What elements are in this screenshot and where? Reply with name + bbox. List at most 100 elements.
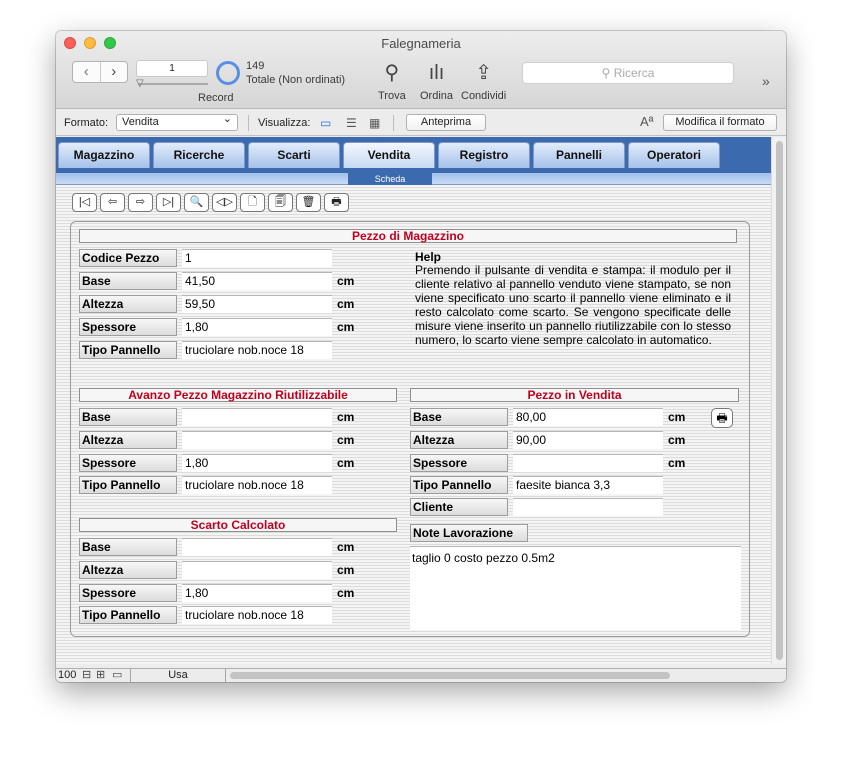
- share-button[interactable]: ⇪ Condividi: [461, 61, 506, 102]
- tab-bar: Magazzino Ricerche Scarti Vendita Regist…: [56, 137, 771, 173]
- tab-registro[interactable]: Registro: [438, 142, 530, 168]
- record-number-input[interactable]: 1: [136, 60, 208, 77]
- show-all-icon[interactable]: ◁▷: [212, 193, 237, 212]
- reusable-tipo-pannello-field[interactable]: truciolare nob.noce 18: [182, 476, 332, 494]
- duplicate-record-icon[interactable]: 🗐: [268, 193, 293, 212]
- preview-button[interactable]: Anteprima: [406, 114, 486, 131]
- horizontal-scroll-thumb[interactable]: [230, 672, 670, 679]
- unit-label: cm: [337, 274, 355, 288]
- text-size-icon[interactable]: Aª: [640, 114, 653, 129]
- waste-base-field[interactable]: [182, 538, 332, 556]
- help-title: Help: [415, 250, 442, 264]
- field-label: Spessore: [410, 454, 508, 472]
- tipo-pannello-field[interactable]: truciolare nob.noce 18: [182, 341, 332, 359]
- tab-pannelli[interactable]: Pannelli: [533, 142, 625, 168]
- base-field[interactable]: 41,50: [182, 272, 332, 290]
- reusable-altezza-field[interactable]: [182, 431, 332, 449]
- record-count: 149: [246, 60, 265, 72]
- section-title-reusable: Avanzo Pezzo Magazzino Riutilizzabile: [79, 388, 397, 402]
- codice-pezzo-field[interactable]: 1: [182, 249, 332, 267]
- format-select[interactable]: Vendita: [116, 112, 238, 131]
- reusable-base-field[interactable]: [182, 408, 332, 426]
- unit-label: cm: [337, 540, 355, 554]
- field-label: Spessore: [79, 454, 177, 472]
- field-label: Base: [79, 272, 177, 290]
- altezza-field[interactable]: 59,50: [182, 295, 332, 313]
- tab-ricerche[interactable]: Ricerche: [153, 142, 245, 168]
- find-icon: ⚲: [384, 62, 400, 84]
- waste-altezza-field[interactable]: [182, 561, 332, 579]
- unit-label: cm: [337, 563, 355, 577]
- list-view-icon[interactable]: ☰: [346, 116, 357, 130]
- edit-layout-button[interactable]: Modifica il formato: [663, 114, 777, 131]
- toggle-toolbar-icon[interactable]: ▭: [112, 669, 122, 682]
- reusable-spessore-field[interactable]: 1,80: [182, 454, 332, 472]
- mode-indicator[interactable]: Usa: [130, 669, 226, 682]
- share-icon: ⇪: [475, 62, 492, 84]
- sale-tipo-pannello-field[interactable]: faesite bianca 3,3: [513, 476, 663, 494]
- field-label: Spessore: [79, 318, 177, 336]
- prev-record-icon[interactable]: ⇦: [100, 193, 125, 212]
- sale-spessore-field[interactable]: [513, 454, 663, 472]
- divider: [248, 115, 249, 131]
- last-record-icon[interactable]: ▷|: [156, 193, 181, 212]
- waste-spessore-field[interactable]: 1,80: [182, 584, 332, 602]
- vertical-scrollbar[interactable]: [771, 137, 786, 664]
- table-view-icon[interactable]: ▦: [369, 116, 380, 130]
- sale-base-field[interactable]: 80,00: [513, 408, 663, 426]
- field-label: Spessore: [79, 584, 177, 602]
- next-record-button[interactable]: ›: [99, 62, 128, 82]
- form-view-icon[interactable]: ▭: [320, 116, 331, 130]
- sort-button[interactable]: ılı Ordina: [420, 61, 453, 102]
- subtab-scheda[interactable]: Scheda: [348, 173, 432, 185]
- field-label: Tipo Pannello: [79, 606, 177, 624]
- record-label: Record: [198, 92, 234, 104]
- previous-record-button[interactable]: ‹: [73, 62, 100, 82]
- divider: [393, 115, 394, 131]
- tab-vendita[interactable]: Vendita: [343, 142, 435, 168]
- record-nav: ‹ ›: [72, 61, 128, 83]
- unit-label: cm: [337, 433, 355, 447]
- field-label: Altezza: [79, 295, 177, 313]
- search-input[interactable]: ⚲ Ricerca: [522, 62, 734, 84]
- vertical-scroll-thumb[interactable]: [776, 141, 783, 660]
- tab-scarti[interactable]: Scarti: [248, 142, 340, 168]
- share-label: Condividi: [461, 90, 507, 102]
- sort-label: Ordina: [420, 90, 454, 102]
- print-icon[interactable]: 🖶: [324, 193, 349, 212]
- unit-label: cm: [668, 410, 686, 424]
- next-record-icon[interactable]: ⇨: [128, 193, 153, 212]
- search-icon: ⚲: [601, 66, 611, 80]
- new-record-icon[interactable]: 🗋: [240, 193, 265, 212]
- toolbar-overflow-icon[interactable]: »: [762, 73, 770, 89]
- field-label: Tipo Pannello: [410, 476, 508, 494]
- sell-and-print-button[interactable]: 🖶: [711, 408, 733, 428]
- unit-label: cm: [337, 410, 355, 424]
- zoom-level[interactable]: 100: [58, 669, 76, 682]
- section-title-waste: Scarto Calcolato: [79, 518, 397, 532]
- sale-altezza-field[interactable]: 90,00: [513, 431, 663, 449]
- delete-record-icon[interactable]: 🗑: [296, 193, 321, 212]
- field-label: Tipo Pannello: [79, 476, 177, 494]
- record-slider-thumb-icon[interactable]: ▽: [136, 79, 144, 89]
- search-placeholder: Ricerca: [613, 66, 655, 80]
- unit-label: cm: [337, 456, 355, 470]
- record-panel: Pezzo di Magazzino Codice Pezzo 1 Base 4…: [70, 221, 750, 637]
- field-label: Tipo Pannello: [79, 341, 177, 359]
- zoom-in-icon[interactable]: ⊞: [96, 669, 105, 682]
- find-record-icon[interactable]: 🔍: [184, 193, 209, 212]
- tab-operatori[interactable]: Operatori: [628, 142, 720, 168]
- record-slider[interactable]: [138, 83, 208, 85]
- zoom-out-icon[interactable]: ⊟: [82, 669, 91, 682]
- find-button[interactable]: ⚲ Trova: [378, 61, 406, 102]
- format-label: Formato:: [64, 117, 109, 129]
- app-window: Falegnameria ‹ › 1 ▽ Record 149 Totale (…: [56, 31, 786, 682]
- field-label: Cliente: [410, 498, 508, 516]
- tab-magazzino[interactable]: Magazzino: [58, 142, 150, 168]
- sale-cliente-field[interactable]: [513, 498, 663, 516]
- record-count-status: Totale (Non ordinati): [246, 74, 346, 86]
- waste-tipo-pannello-field[interactable]: truciolare nob.noce 18: [182, 606, 332, 624]
- first-record-icon[interactable]: |◁: [72, 193, 97, 212]
- notes-textarea[interactable]: taglio 0 costo pezzo 0.5m2: [410, 546, 741, 630]
- spessore-field[interactable]: 1,80: [182, 318, 332, 336]
